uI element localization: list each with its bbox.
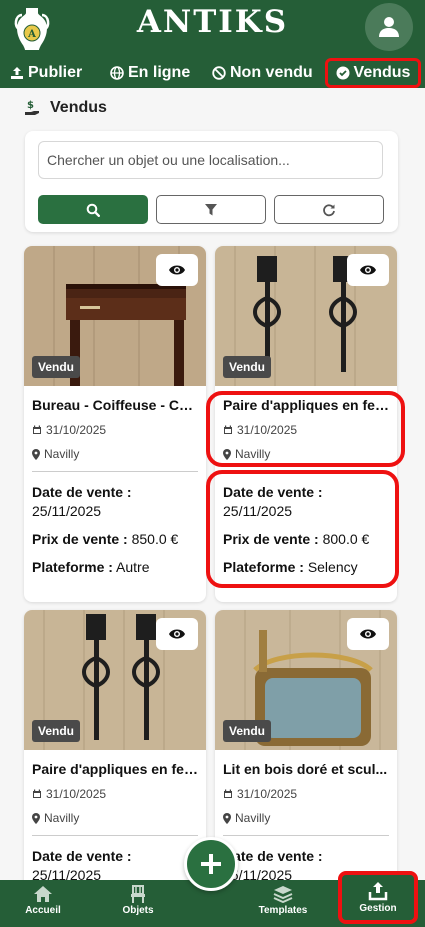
product-title: Lit en bois doré et scul... bbox=[223, 761, 388, 777]
tab-en-ligne[interactable]: En ligne bbox=[110, 58, 190, 88]
ban-icon bbox=[212, 66, 226, 80]
sale-date-label: Date de vente : bbox=[32, 848, 132, 864]
product-photo: Vendu bbox=[215, 610, 397, 750]
eye-icon bbox=[169, 629, 185, 639]
status-badge: Vendu bbox=[223, 720, 272, 742]
view-button[interactable] bbox=[347, 618, 389, 650]
highlight-sale-box bbox=[206, 470, 399, 588]
product-date: 31/10/2025 bbox=[32, 423, 198, 437]
map-pin-icon bbox=[223, 812, 231, 824]
product-location-value: Navilly bbox=[44, 447, 80, 461]
upload-icon bbox=[11, 67, 23, 79]
check-circle-icon bbox=[336, 66, 350, 80]
hand-money-icon: $ bbox=[25, 100, 39, 115]
search-button[interactable] bbox=[38, 195, 148, 224]
svg-text:$: $ bbox=[27, 100, 34, 111]
sale-date-value: 25/11/2025 bbox=[32, 503, 102, 519]
product-photo: Vendu bbox=[24, 246, 206, 386]
product-location: Navilly bbox=[32, 811, 198, 825]
view-button[interactable] bbox=[347, 254, 389, 286]
divider bbox=[223, 835, 389, 836]
user-icon bbox=[379, 17, 399, 37]
globe-icon bbox=[110, 66, 124, 80]
product-title: Bureau - Coiffeuse - Co... bbox=[32, 397, 198, 413]
product-date-value: 31/10/2025 bbox=[46, 787, 107, 801]
app-header: A ANTIKS bbox=[0, 0, 425, 58]
eye-icon bbox=[360, 265, 376, 275]
tab-vendus[interactable]: Vendus bbox=[325, 58, 421, 88]
sale-price-value: 850.0 € bbox=[131, 531, 179, 547]
eye-icon bbox=[169, 265, 185, 275]
product-date: 31/10/2025 bbox=[223, 787, 389, 801]
nav-accueil-label: Accueil bbox=[25, 905, 61, 916]
status-badge: Vendu bbox=[32, 720, 81, 742]
product-card[interactable]: Vendu Lit en bois doré et scul... 31/10/… bbox=[215, 610, 397, 890]
nav-templates[interactable]: Templates bbox=[248, 885, 318, 916]
sale-price: Prix de vente : 850.0 € bbox=[32, 531, 198, 547]
export-icon bbox=[368, 882, 388, 901]
product-location-value: Navilly bbox=[235, 811, 271, 825]
user-profile-button[interactable] bbox=[365, 3, 413, 51]
sale-platform-value: Autre bbox=[116, 559, 150, 575]
nav-templates-label: Templates bbox=[258, 905, 308, 916]
product-title: Paire d'appliques en fer... bbox=[32, 761, 198, 777]
search-icon bbox=[86, 203, 100, 217]
tab-vendus-label: Vendus bbox=[353, 64, 411, 81]
product-date: 31/10/2025 bbox=[32, 787, 198, 801]
filter-icon bbox=[205, 203, 217, 215]
sale-platform: Plateforme : Autre bbox=[32, 559, 198, 575]
product-location: Navilly bbox=[32, 447, 198, 461]
divider bbox=[32, 835, 198, 836]
nav-objets[interactable]: Objets bbox=[103, 885, 173, 916]
product-date-value: 31/10/2025 bbox=[237, 787, 298, 801]
product-location-value: Navilly bbox=[44, 811, 80, 825]
map-pin-icon bbox=[32, 448, 40, 460]
calendar-icon bbox=[33, 789, 41, 798]
tab-bar: Publier En ligne Non vendu Vendus bbox=[0, 58, 425, 88]
status-badge: Vendu bbox=[223, 356, 272, 378]
product-card[interactable]: Vendu Paire d'appliques en fer... 31/10/… bbox=[24, 610, 206, 890]
tab-en-ligne-label: En ligne bbox=[128, 64, 191, 81]
tab-publier-label: Publier bbox=[28, 64, 83, 81]
status-badge: Vendu bbox=[32, 356, 81, 378]
calendar-icon bbox=[33, 425, 41, 434]
view-button[interactable] bbox=[156, 618, 198, 650]
reset-icon bbox=[323, 203, 335, 216]
plus-icon bbox=[201, 854, 221, 874]
home-icon bbox=[34, 886, 52, 902]
sale-date-label: Date de vente : bbox=[32, 484, 132, 500]
highlight-title-box bbox=[206, 391, 405, 467]
nav-objets-label: Objets bbox=[122, 905, 154, 916]
tab-non-vendu-label: Non vendu bbox=[230, 64, 313, 81]
product-location: Navilly bbox=[223, 811, 389, 825]
eye-icon bbox=[360, 629, 376, 639]
map-pin-icon bbox=[32, 812, 40, 824]
search-panel bbox=[25, 131, 398, 232]
product-date-value: 31/10/2025 bbox=[46, 423, 107, 437]
sale-date-label: Date de vente : bbox=[223, 848, 323, 864]
nav-accueil[interactable]: Accueil bbox=[8, 885, 78, 916]
layers-icon bbox=[273, 886, 293, 903]
add-item-button[interactable] bbox=[184, 837, 238, 891]
tab-publier[interactable]: Publier bbox=[10, 58, 82, 88]
product-card[interactable]: Vendu Bureau - Coiffeuse - Co... 31/10/2… bbox=[24, 246, 206, 602]
divider bbox=[32, 471, 198, 472]
nav-gestion-label: Gestion bbox=[359, 903, 397, 914]
tab-non-vendu[interactable]: Non vendu bbox=[212, 58, 313, 88]
sale-platform-label: Plateforme : bbox=[32, 559, 113, 575]
filter-button[interactable] bbox=[156, 195, 266, 224]
sale-price-label: Prix de vente : bbox=[32, 531, 128, 547]
view-button[interactable] bbox=[156, 254, 198, 286]
chair-icon bbox=[131, 885, 145, 903]
calendar-icon bbox=[224, 789, 232, 798]
brand-title: ANTIKS bbox=[136, 4, 289, 40]
nav-gestion[interactable]: Gestion bbox=[338, 871, 418, 924]
reset-button[interactable] bbox=[274, 195, 384, 224]
section-title-label: Vendus bbox=[50, 99, 107, 116]
section-title: $ Vendus bbox=[24, 99, 107, 117]
search-input[interactable] bbox=[38, 141, 383, 179]
product-photo: Vendu bbox=[24, 610, 206, 750]
product-photo: Vendu bbox=[215, 246, 397, 386]
